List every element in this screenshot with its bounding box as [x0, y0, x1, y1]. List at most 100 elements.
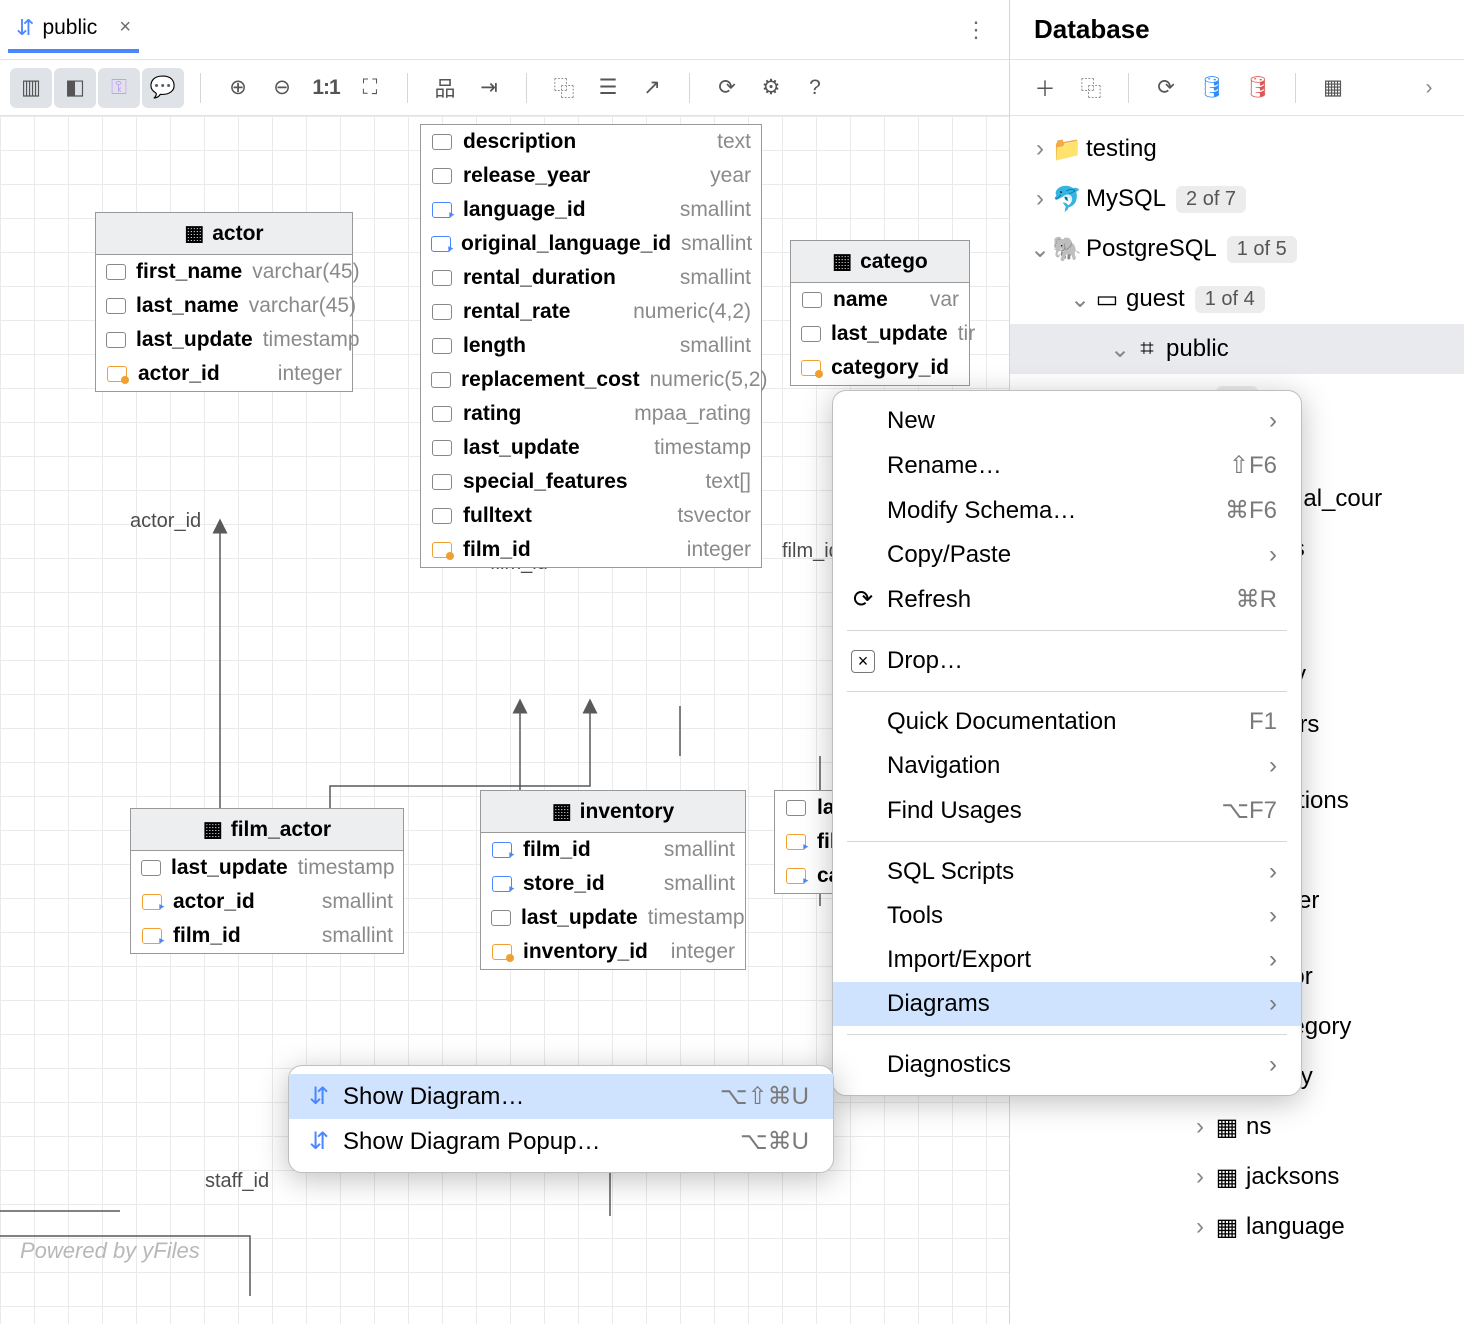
table-row[interactable]: release_yearyear: [421, 159, 761, 193]
tree-row[interactable]: ⌄⌗public: [1010, 324, 1464, 374]
table-row[interactable]: category_id: [791, 351, 969, 385]
menu-item-label: New: [887, 407, 935, 435]
shortcut: ⌥⇧⌘U: [690, 1082, 809, 1111]
table-row[interactable]: last_updatetimestamp: [421, 431, 761, 465]
copy-icon[interactable]: ⿻: [1070, 68, 1112, 108]
table-inventory[interactable]: ▦inventory▸film_idsmallint▸store_idsmall…: [480, 790, 746, 970]
table-row[interactable]: replacement_costnumeric(5,2): [421, 363, 761, 397]
menu-item-copy-paste[interactable]: Copy/Paste›: [833, 533, 1301, 577]
tree-row[interactable]: ⌄▭guest1 of 4: [1010, 274, 1464, 324]
table-row[interactable]: ▸language_idsmallint: [421, 193, 761, 227]
chevron-right-icon[interactable]: ›: [1408, 68, 1450, 108]
column-icon: ▸: [785, 834, 807, 850]
chevron-icon[interactable]: ›: [1028, 135, 1052, 163]
menu-item-refresh[interactable]: ⟳Refresh⌘R: [833, 577, 1301, 622]
table-row[interactable]: last_updatetimestamp: [131, 851, 403, 885]
diagrams-submenu[interactable]: ⇵Show Diagram…⌥⇧⌘U⇵Show Diagram Popup…⌥⌘…: [288, 1065, 834, 1173]
menu-item-quick-documentation[interactable]: Quick DocumentationF1: [833, 700, 1301, 744]
list-icon[interactable]: ☰: [587, 68, 629, 108]
settings-icon[interactable]: ⚙: [750, 68, 792, 108]
table-row[interactable]: ratingmpaa_rating: [421, 397, 761, 431]
menu-item-diagnostics[interactable]: Diagnostics›: [833, 1043, 1301, 1087]
layout-guide-icon[interactable]: ▥: [10, 68, 52, 108]
table-row[interactable]: rental_ratenumeric(4,2): [421, 295, 761, 329]
column-name: first_name: [136, 260, 242, 284]
zoom-ratio[interactable]: 1:1: [305, 68, 347, 108]
tree-item-icon: 🐘: [1052, 235, 1082, 264]
column-name: length: [463, 334, 670, 358]
submenu-item-show-diagram-[interactable]: ⇵Show Diagram…⌥⇧⌘U: [289, 1074, 833, 1119]
table-row[interactable]: last_updatetimestamp: [96, 323, 352, 357]
chevron-icon[interactable]: ›: [1188, 1213, 1212, 1241]
menu-item-import-export[interactable]: Import/Export›: [833, 938, 1301, 982]
tree-row[interactable]: ›🐬MySQL2 of 7: [1010, 174, 1464, 224]
table-row[interactable]: inventory_idinteger: [481, 935, 745, 969]
chevron-icon[interactable]: ⌄: [1028, 235, 1052, 264]
table-film[interactable]: descriptiontextrelease_yearyear▸language…: [420, 124, 762, 568]
chevron-icon[interactable]: ⌄: [1108, 335, 1132, 364]
table-row[interactable]: film_idinteger: [421, 533, 761, 567]
table-row[interactable]: first_namevarchar(45): [96, 255, 352, 289]
tree-row[interactable]: ›▦language: [1010, 1202, 1464, 1252]
table-row[interactable]: fulltexttsvector: [421, 499, 761, 533]
table-row[interactable]: actor_idinteger: [96, 357, 352, 391]
table-row[interactable]: last_updatetimestamp: [481, 901, 745, 935]
table-film_actor[interactable]: ▦film_actorlast_updatetimestamp▸actor_id…: [130, 808, 404, 954]
more-icon[interactable]: ⋮: [951, 9, 1001, 51]
chevron-icon[interactable]: ›: [1188, 1113, 1212, 1141]
menu-item-new[interactable]: New›: [833, 399, 1301, 443]
table-row[interactable]: ▸actor_idsmallint: [131, 885, 403, 919]
close-icon[interactable]: ×: [119, 16, 131, 39]
table-row[interactable]: ▸store_idsmallint: [481, 867, 745, 901]
table-row[interactable]: descriptiontext: [421, 125, 761, 159]
table-row[interactable]: lengthsmallint: [421, 329, 761, 363]
align-right-icon[interactable]: ⇥: [468, 68, 510, 108]
split-horizontal-icon[interactable]: ◧: [54, 68, 96, 108]
menu-item-drop-[interactable]: ×Drop…: [833, 639, 1301, 683]
menu-item-find-usages[interactable]: Find Usages⌥F7: [833, 788, 1301, 833]
table-row[interactable]: last_namevarchar(45): [96, 289, 352, 323]
menu-item-sql-scripts[interactable]: SQL Scripts›: [833, 850, 1301, 894]
table-category[interactable]: ▦categonamevarlast_updatetircategory_id: [790, 240, 970, 386]
tree-row[interactable]: ⌄🐘PostgreSQL1 of 5: [1010, 224, 1464, 274]
tree-row[interactable]: ›📁testing: [1010, 124, 1464, 174]
comment-icon[interactable]: 💬: [142, 68, 184, 108]
tab-public[interactable]: ⇵ public ×: [8, 7, 139, 53]
fit-screen-icon[interactable]: ⛶: [349, 68, 391, 108]
tree-row[interactable]: ›▦jacksons: [1010, 1152, 1464, 1202]
table-row[interactable]: special_featurestext[]: [421, 465, 761, 499]
table-actor[interactable]: ▦actorfirst_namevarchar(45)last_namevarc…: [95, 212, 353, 392]
db-settings-icon[interactable]: 🛢: [1191, 68, 1233, 108]
menu-item-rename-[interactable]: Rename…⇧F6: [833, 443, 1301, 488]
table-row[interactable]: ▸film_idsmallint: [481, 833, 745, 867]
chevron-icon[interactable]: ⌄: [1068, 285, 1092, 314]
table-row[interactable]: ▸original_language_idsmallint: [421, 227, 761, 261]
refresh-icon[interactable]: ⟳: [1145, 68, 1187, 108]
table-row[interactable]: last_updatetir: [791, 317, 969, 351]
copy-icon[interactable]: ⿻: [543, 68, 585, 108]
zoom-out-icon[interactable]: ⊖: [261, 68, 303, 108]
table-row[interactable]: rental_durationsmallint: [421, 261, 761, 295]
tree-row[interactable]: ›▦ns: [1010, 1102, 1464, 1152]
menu-item-diagrams[interactable]: Diagrams›: [833, 982, 1301, 1026]
help-icon[interactable]: ?: [794, 68, 836, 108]
column-type: integer: [278, 362, 342, 386]
menu-item-tools[interactable]: Tools›: [833, 894, 1301, 938]
context-menu[interactable]: New›Rename…⇧F6Modify Schema…⌘F6Copy/Past…: [832, 390, 1302, 1096]
zoom-in-icon[interactable]: ⊕: [217, 68, 259, 108]
column-name: rental_rate: [463, 300, 623, 324]
menu-item-modify-schema-[interactable]: Modify Schema…⌘F6: [833, 488, 1301, 533]
organize-icon[interactable]: 品: [424, 68, 466, 108]
menu-item-navigation[interactable]: Navigation›: [833, 744, 1301, 788]
refresh-icon[interactable]: ⟳: [706, 68, 748, 108]
table-view-icon[interactable]: ▦: [1312, 68, 1354, 108]
table-row[interactable]: ▸film_idsmallint: [131, 919, 403, 953]
submenu-item-show-diagram-popup-[interactable]: ⇵Show Diagram Popup…⌥⌘U: [289, 1119, 833, 1164]
table-row[interactable]: namevar: [791, 283, 969, 317]
add-icon[interactable]: ＋: [1024, 68, 1066, 108]
stop-icon[interactable]: 🛢: [1237, 68, 1279, 108]
key-icon[interactable]: ⚿: [98, 68, 140, 108]
chevron-icon[interactable]: ›: [1188, 1163, 1212, 1191]
chevron-icon[interactable]: ›: [1028, 185, 1052, 213]
export-icon[interactable]: ↗: [631, 68, 673, 108]
